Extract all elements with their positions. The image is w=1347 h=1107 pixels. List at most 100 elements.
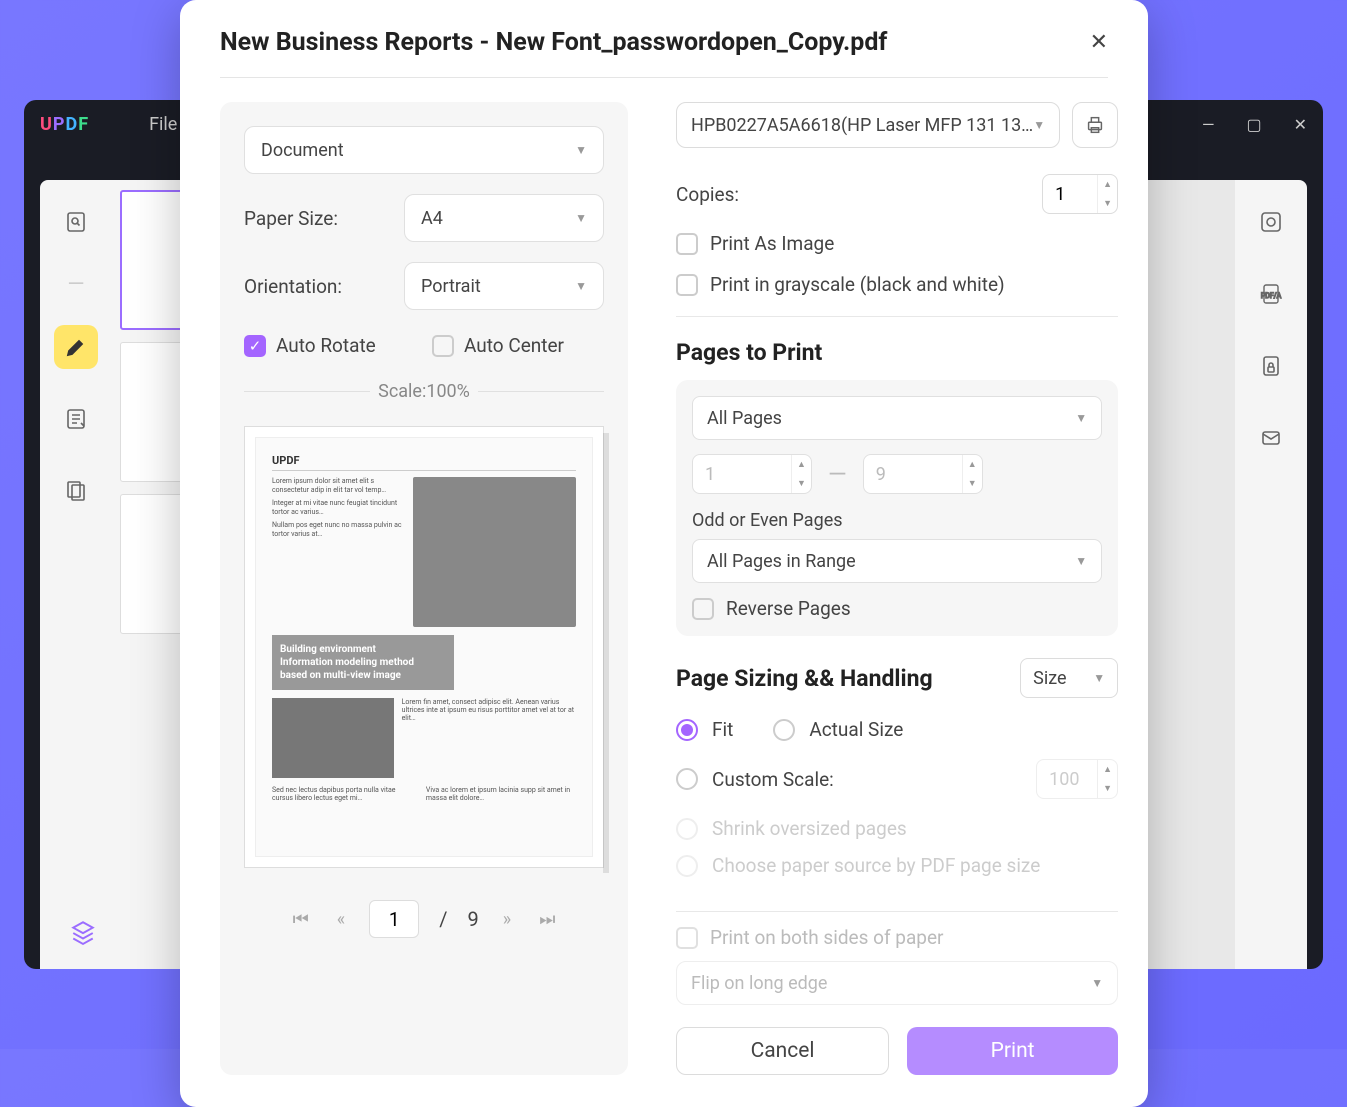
page-sizing-heading: Page Sizing && Handling (676, 665, 933, 692)
copies-stepper[interactable]: 1 ▲▼ (1042, 174, 1118, 214)
page-preview: UPDF Lorem ipsum dolor sit amet elit s c… (244, 426, 604, 868)
svg-text:PDF/A: PDF/A (1261, 292, 1282, 300)
copies-value: 1 (1055, 184, 1065, 205)
checkbox-icon (676, 274, 698, 296)
print-button[interactable]: Print (907, 1027, 1118, 1075)
divider (676, 316, 1118, 317)
range-dash: — (828, 460, 847, 488)
auto-rotate-checkbox[interactable]: ✓ Auto Rotate (244, 334, 376, 357)
sizing-mode-value: Size (1033, 668, 1066, 689)
prev-page-icon[interactable]: « (333, 905, 349, 934)
window-maximize-icon[interactable]: ▢ (1246, 115, 1261, 134)
pdfa-tool-icon[interactable]: PDF/A (1249, 272, 1293, 316)
copies-label: Copies: (676, 183, 739, 206)
step-down-icon[interactable]: ▼ (792, 474, 811, 493)
layers-icon[interactable] (70, 919, 96, 949)
next-page-icon[interactable]: » (499, 905, 515, 934)
flip-value: Flip on long edge (691, 973, 827, 994)
duplex-label: Print on both sides of paper (710, 926, 943, 949)
range-to-input[interactable]: 9 ▲▼ (863, 454, 983, 494)
step-down-icon[interactable]: ▼ (1098, 779, 1117, 798)
step-down-icon[interactable]: ▼ (963, 474, 982, 493)
page-range-value: All Pages (707, 408, 782, 429)
first-page-icon[interactable]: ⏮ (289, 905, 313, 934)
chevron-down-icon: ▼ (1033, 118, 1045, 132)
printer-select[interactable]: HPB0227A5A6618(HP Laser MFP 131 13… ▼ (676, 102, 1060, 148)
auto-center-checkbox[interactable]: Auto Center (432, 334, 564, 357)
pages-to-print-heading: Pages to Print (676, 339, 1118, 366)
printer-properties-button[interactable] (1072, 102, 1118, 148)
close-icon[interactable]: ✕ (1090, 30, 1108, 55)
radio-icon (676, 768, 698, 790)
window-minimize-icon[interactable]: — (1202, 115, 1215, 134)
chevron-down-icon: ▼ (1093, 671, 1105, 685)
right-toolbar: PDF/A (1235, 180, 1307, 969)
preview-image (413, 477, 576, 627)
share-tool-icon[interactable] (1249, 416, 1293, 460)
preview-text: Sed nec lectus dapibus porta nulla vitae… (272, 786, 418, 802)
custom-scale-input[interactable]: 100 ▲▼ (1036, 759, 1118, 799)
preview-image (272, 698, 394, 778)
choose-source-label: Choose paper source by PDF page size (712, 854, 1040, 877)
actual-size-label: Actual Size (809, 718, 903, 741)
printer-icon (1084, 114, 1106, 136)
page-separator: / (439, 907, 447, 931)
total-pages: 9 (468, 907, 479, 931)
printer-value: HPB0227A5A6618(HP Laser MFP 131 13… (691, 115, 1033, 136)
range-from-input[interactable]: 1 ▲▼ (692, 454, 812, 494)
shrink-label: Shrink oversized pages (712, 817, 907, 840)
page-range-group: All Pages ▼ 1 ▲▼ — 9 ▲▼ Odd or Even Page… (676, 380, 1118, 636)
checkbox-icon (676, 233, 698, 255)
page-range-select[interactable]: All Pages ▼ (692, 396, 1102, 440)
paper-size-select[interactable]: A4 ▼ (404, 194, 604, 242)
chevron-down-icon: ▼ (575, 279, 587, 293)
preview-text: Lorem fin amet, consect adipisc elit. Ae… (402, 698, 576, 778)
edit-text-tool-icon[interactable] (54, 397, 98, 441)
search-tool-icon[interactable] (54, 200, 98, 244)
chevron-down-icon: ▼ (575, 143, 587, 157)
reverse-pages-label: Reverse Pages (726, 597, 851, 620)
divider (244, 391, 370, 392)
reverse-pages-checkbox[interactable]: Reverse Pages (692, 597, 1102, 620)
preview-panel: Document ▼ Paper Size: A4 ▼ Orientation:… (220, 102, 628, 1075)
print-as-image-label: Print As Image (710, 232, 834, 255)
organize-pages-tool-icon[interactable] (54, 469, 98, 513)
last-page-icon[interactable]: ⏭ (535, 905, 559, 934)
chevron-down-icon: ▼ (575, 211, 587, 225)
highlighter-tool-icon[interactable] (54, 325, 98, 369)
ocr-tool-icon[interactable] (1249, 200, 1293, 244)
grayscale-checkbox[interactable]: Print in grayscale (black and white) (676, 273, 1118, 296)
preview-logo: UPDF (272, 454, 576, 467)
auto-center-label: Auto Center (464, 334, 564, 357)
step-up-icon[interactable]: ▲ (792, 455, 811, 474)
scale-label: Scale:100% (378, 381, 470, 402)
print-mode-select[interactable]: Document ▼ (244, 126, 604, 174)
preview-heading: Building environment Information modelin… (272, 635, 454, 690)
paper-size-label: Paper Size: (244, 207, 404, 230)
odd-even-select[interactable]: All Pages in Range ▼ (692, 539, 1102, 583)
orientation-select[interactable]: Portrait ▼ (404, 262, 604, 310)
window-close-icon[interactable]: ✕ (1294, 115, 1307, 134)
cancel-button[interactable]: Cancel (676, 1027, 889, 1075)
fit-label: Fit (712, 718, 733, 741)
print-as-image-checkbox[interactable]: Print As Image (676, 232, 1118, 255)
menu-file[interactable]: File (149, 114, 177, 135)
fit-radio[interactable]: Fit (676, 718, 733, 741)
step-up-icon[interactable]: ▲ (1098, 760, 1117, 779)
flip-select: Flip on long edge ▼ (676, 961, 1118, 1005)
step-up-icon[interactable]: ▲ (963, 455, 982, 474)
actual-size-radio[interactable]: Actual Size (773, 718, 903, 741)
preview-text: Viva ac lorem et ipsum lacinia supp sit … (426, 786, 572, 802)
chevron-down-icon: ▼ (1075, 411, 1087, 425)
checkbox-icon (692, 598, 714, 620)
step-down-icon[interactable]: ▼ (1098, 194, 1117, 213)
page-nav: ⏮ « / 9 » ⏭ (244, 900, 604, 938)
sizing-mode-select[interactable]: Size ▼ (1020, 658, 1118, 698)
protect-tool-icon[interactable] (1249, 344, 1293, 388)
custom-scale-radio[interactable]: Custom Scale: (676, 768, 834, 791)
checkbox-icon (432, 335, 454, 357)
step-up-icon[interactable]: ▲ (1098, 175, 1117, 194)
current-page-input[interactable] (369, 900, 419, 938)
paper-size-value: A4 (421, 208, 443, 229)
chevron-down-icon: ▼ (1075, 554, 1087, 568)
